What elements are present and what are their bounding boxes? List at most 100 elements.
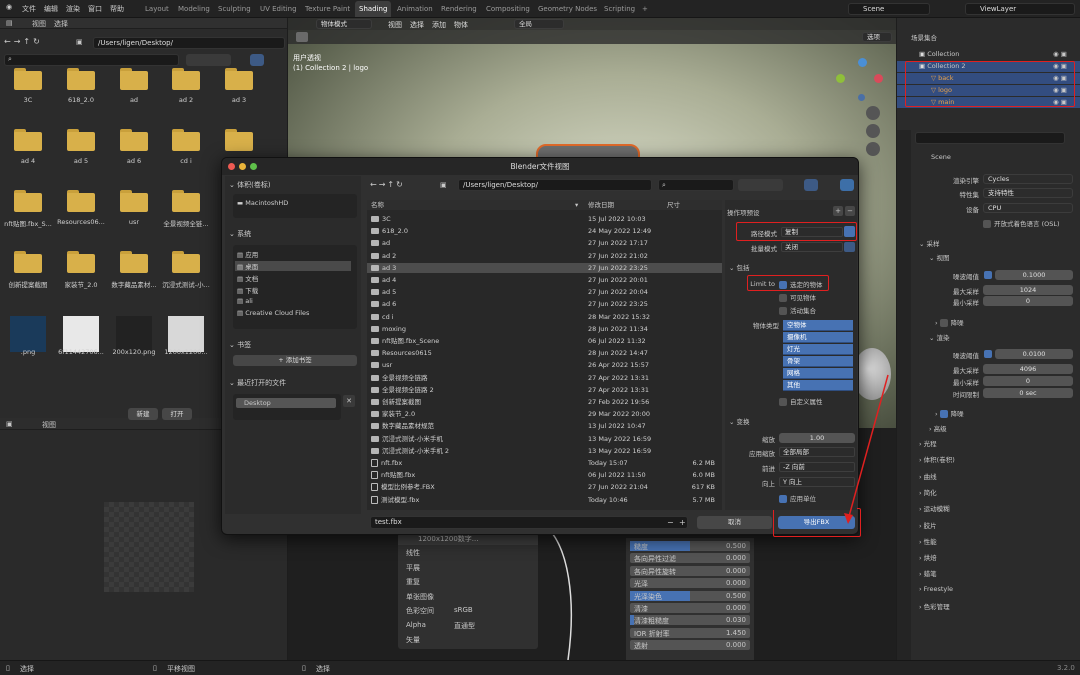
menu-help[interactable]: 帮助 bbox=[110, 4, 124, 14]
remove-recent-icon[interactable]: ✕ bbox=[343, 395, 355, 407]
folder-icon[interactable] bbox=[225, 129, 253, 151]
system-location-item[interactable]: ▤ 应用 bbox=[237, 249, 258, 259]
bsdf-slider[interactable]: 光泽 0.000 bbox=[630, 578, 750, 589]
filename-increment-icon[interactable]: + bbox=[679, 518, 686, 527]
tab-sculpting[interactable]: Sculpting bbox=[214, 1, 255, 17]
transform-orientation-dropdown[interactable]: 全局 bbox=[514, 19, 564, 29]
object-mode-dropdown[interactable]: 物体模式 bbox=[316, 19, 372, 29]
file-row[interactable]: 618_2.0 24 May 2022 12:49 bbox=[367, 226, 722, 236]
tab-compositing[interactable]: Compositing bbox=[482, 1, 534, 17]
folder-icon[interactable] bbox=[14, 251, 42, 273]
maximize-window-icon[interactable] bbox=[250, 163, 257, 170]
feature-set-dropdown[interactable]: 支持特性 bbox=[983, 188, 1073, 198]
minimize-window-icon[interactable] bbox=[239, 163, 246, 170]
node-setting-row[interactable]: 重复 bbox=[402, 576, 534, 587]
visible-objects-checkbox[interactable]: 可见物体 bbox=[779, 292, 816, 302]
properties-section[interactable]: › 光程 bbox=[919, 438, 937, 448]
folder-icon[interactable] bbox=[172, 68, 200, 90]
r-noise-field[interactable]: 0.0100 bbox=[995, 349, 1073, 359]
node-setting-row[interactable]: 矢量 bbox=[402, 634, 534, 645]
file-row[interactable]: ad 5 27 Jun 2022 20:04 bbox=[367, 287, 722, 297]
principled-bsdf-node[interactable]: 糙度 0.500 各向异性过滤 0.000 各向异性旋转 0.000 光泽 0.000 光泽染色… bbox=[626, 538, 754, 660]
viewport-subsection[interactable]: ⌄ 视图 bbox=[929, 252, 950, 262]
tab-rendering[interactable]: Rendering bbox=[437, 1, 481, 17]
tab-scripting[interactable]: Scripting bbox=[600, 1, 639, 17]
render-subsection[interactable]: ⌄ 渲染 bbox=[929, 332, 950, 342]
menu-select[interactable]: 选择 bbox=[54, 19, 68, 29]
nav-buttons[interactable]: ←→↑↻ bbox=[4, 37, 43, 46]
folder-icon[interactable] bbox=[120, 190, 148, 212]
file-row[interactable]: Resources0615 28 Jun 2022 14:47 bbox=[367, 348, 722, 358]
properties-search[interactable] bbox=[915, 132, 1065, 144]
object-type-toggle[interactable]: 骨架 bbox=[783, 356, 853, 367]
tab-layout[interactable]: Layout bbox=[141, 1, 173, 17]
col-date-header[interactable]: 修改日期 bbox=[588, 200, 614, 210]
vp-max-field[interactable]: 1024 bbox=[983, 285, 1073, 295]
viewport-nav-controls[interactable] bbox=[866, 106, 882, 166]
viewport-menu-select[interactable]: 选择 bbox=[410, 20, 424, 30]
cancel-button[interactable]: 取消 bbox=[697, 516, 772, 529]
recent-section[interactable]: ⌄ 最近打开的文件 bbox=[229, 378, 286, 388]
file-row[interactable]: 全景视频全链路 2 27 Apr 2022 13:31 bbox=[367, 385, 722, 395]
apply-unit-checkbox[interactable]: 应用单位 bbox=[779, 493, 816, 503]
properties-section[interactable]: › 体积(卷积) bbox=[919, 454, 955, 464]
file-row[interactable]: 数字藏品素材规范 13 Jul 2022 10:47 bbox=[367, 421, 722, 431]
close-window-icon[interactable] bbox=[228, 163, 235, 170]
add-bookmark-button[interactable]: + 添加书签 bbox=[233, 355, 357, 366]
system-location-item[interactable]: ▤ 文档 bbox=[237, 273, 258, 283]
system-location-item[interactable]: ▤ 下载 bbox=[237, 285, 258, 295]
properties-section[interactable]: › 性能 bbox=[919, 536, 937, 546]
advanced-subsection[interactable]: › 高级 bbox=[929, 423, 947, 433]
file-row[interactable]: ad 3 27 Jun 2022 23:25 bbox=[367, 262, 722, 273]
system-location-item[interactable]: ▤ Creative Cloud Files bbox=[237, 309, 309, 317]
viewport-menu-view[interactable]: 视图 bbox=[388, 20, 402, 30]
operator-presets-dropdown[interactable] bbox=[727, 206, 829, 216]
properties-section[interactable]: › 运动模糊 bbox=[919, 503, 950, 513]
tab-modeling[interactable]: Modeling bbox=[174, 1, 214, 17]
viewport-menu-object[interactable]: 物体 bbox=[454, 20, 468, 30]
file-row[interactable]: 沉浸式测试-小米手机 13 May 2022 16:59 bbox=[367, 434, 722, 444]
menu-edit[interactable]: 编辑 bbox=[44, 4, 58, 14]
include-section[interactable]: ⌄ 包括 bbox=[729, 262, 750, 272]
editor-type-icon[interactable]: ▤ bbox=[6, 19, 13, 27]
viewport-menu-add[interactable]: 添加 bbox=[432, 20, 446, 30]
node-setting-row[interactable]: 色彩空间 sRGB bbox=[402, 605, 534, 616]
dialog-display-mode[interactable] bbox=[738, 179, 783, 191]
search-input[interactable] bbox=[4, 54, 179, 66]
file-row[interactable]: 测试模型.fbx Today 10:46 5.7 MB bbox=[367, 495, 722, 505]
bsdf-slider[interactable]: 清漆粗糙度 0.030 bbox=[630, 615, 750, 626]
image-menu-view[interactable]: 视图 bbox=[42, 420, 56, 430]
image-thumbnail[interactable] bbox=[168, 316, 204, 352]
dialog-filter-icon[interactable] bbox=[804, 179, 818, 191]
object-type-toggle[interactable]: 空物体 bbox=[783, 320, 853, 331]
image-thumbnail[interactable] bbox=[116, 316, 152, 352]
file-row[interactable]: usr 26 Apr 2022 15:57 bbox=[367, 360, 722, 370]
properties-section[interactable]: › 色彩管理 bbox=[919, 601, 950, 611]
folder-icon[interactable] bbox=[67, 68, 95, 90]
tab-geometry-nodes[interactable]: Geometry Nodes bbox=[534, 1, 601, 17]
node-setting-row[interactable]: Alpha 直通型 bbox=[402, 620, 534, 631]
folder-icon[interactable] bbox=[172, 129, 200, 151]
image-thumbnail[interactable] bbox=[63, 316, 99, 352]
properties-section[interactable]: › 简化 bbox=[919, 487, 937, 497]
folder-icon[interactable] bbox=[67, 190, 95, 212]
tab-shading[interactable]: Shading bbox=[355, 1, 392, 17]
open-image-button[interactable]: 打开 bbox=[162, 408, 192, 420]
batch-own-dir-icon[interactable] bbox=[844, 242, 855, 252]
file-row[interactable]: moxing 28 Jun 2022 11:34 bbox=[367, 324, 722, 334]
device-dropdown[interactable]: CPU bbox=[983, 203, 1073, 213]
image-texture-node[interactable]: 1200x1200数字... 线性 平展 重复 单张图像 色彩空间 sRGB Alpha 直通… bbox=[398, 533, 538, 649]
system-section[interactable]: ⌄ 系统 bbox=[229, 229, 251, 239]
image-thumbnail[interactable] bbox=[10, 316, 46, 352]
path-field[interactable]: /Users/ligen/Desktop/ bbox=[93, 37, 285, 49]
folder-icon[interactable] bbox=[172, 251, 200, 273]
file-row[interactable]: 沉浸式测试-小米手机 2 13 May 2022 16:59 bbox=[367, 446, 722, 456]
tab-animation[interactable]: Animation bbox=[393, 1, 437, 17]
bsdf-slider[interactable]: IOR 折射率 1.450 bbox=[630, 627, 750, 638]
dialog-search-input[interactable] bbox=[658, 179, 734, 191]
file-row[interactable]: 创新提案截图 27 Feb 2022 19:56 bbox=[367, 397, 722, 407]
folder-icon[interactable] bbox=[120, 129, 148, 151]
menu-file[interactable]: 文件 bbox=[22, 4, 36, 14]
vp-noise-checkbox[interactable] bbox=[984, 271, 992, 279]
properties-section[interactable]: › 烘焙 bbox=[919, 552, 937, 562]
